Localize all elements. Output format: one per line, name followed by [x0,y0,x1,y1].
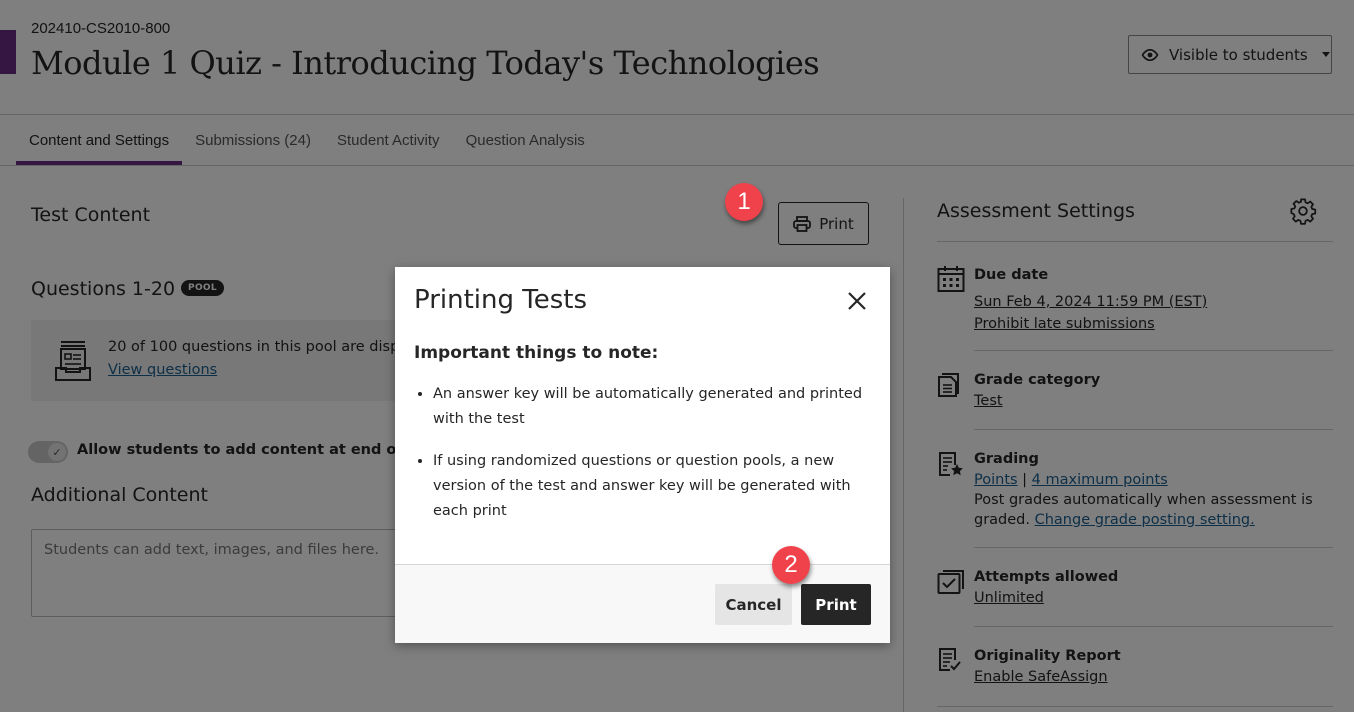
cancel-button[interactable]: Cancel [715,584,792,625]
dialog-footer: Cancel Print [395,564,890,643]
confirm-print-button[interactable]: Print [801,584,871,625]
step-marker-1: 1 [725,183,763,221]
close-icon[interactable] [847,291,867,311]
printing-tests-dialog: Printing Tests Important things to note:… [395,267,890,643]
dialog-title: Printing Tests [414,285,588,315]
note-item: If using randomized questions or questio… [433,449,863,524]
note-item: An answer key will be automatically gene… [433,382,863,432]
dialog-subtitle: Important things to note: [414,343,659,363]
notes-list: An answer key will be automatically gene… [433,382,863,541]
step-marker-2: 2 [772,546,810,584]
